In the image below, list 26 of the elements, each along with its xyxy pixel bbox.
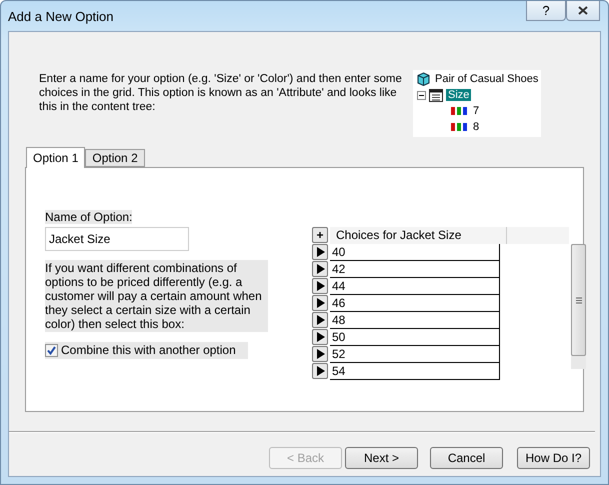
input-field[interactable]: Jacket Size: [45, 227, 189, 251]
combine-checkbox[interactable]: Combine this with another option: [45, 342, 248, 359]
table-cell[interactable]: 54: [330, 363, 500, 380]
help-button[interactable]: ?: [526, 1, 566, 21]
dialog-button[interactable]: Next >: [345, 447, 418, 469]
dialog-button[interactable]: Cancel: [430, 447, 503, 469]
intro-text: Enter a name for your option (e.g. 'Size' or 'Color') and then enter some choices in the grid. This option is known as an 'Attribute' and looks like this in the content tree:: [39, 72, 403, 115]
tree-item[interactable]: 8: [471, 121, 482, 133]
tab[interactable]: Option 1: [26, 147, 86, 168]
table-cell[interactable]: 42: [330, 261, 500, 278]
tree-item[interactable]: 7: [471, 105, 482, 117]
table-cell[interactable]: 48: [330, 312, 500, 329]
dialog-button[interactable]: How Do I?: [517, 447, 590, 469]
table-cell[interactable]: 44: [330, 278, 500, 295]
column-header: Choices for Jacket Size: [330, 227, 507, 244]
add-row-button[interactable]: +: [312, 227, 328, 243]
tree-item[interactable]: Pair of Casual Shoes: [433, 73, 540, 85]
combine-description: If you want different combinations of options to be priced differently (e.g. a customer will pay a certain amount when they select a certain size with a certain color) then select this box:: [45, 260, 268, 332]
table-cell[interactable]: 46: [330, 295, 500, 312]
tree-item[interactable]: Size: [446, 89, 472, 101]
field-label: Name of Option:: [45, 210, 132, 224]
table-cell[interactable]: 52: [330, 346, 500, 363]
window-title: Add a New Option: [8, 9, 114, 24]
table-cell[interactable]: 40: [330, 244, 500, 261]
tab[interactable]: Option 2: [85, 149, 145, 167]
table-cell[interactable]: 50: [330, 329, 500, 346]
